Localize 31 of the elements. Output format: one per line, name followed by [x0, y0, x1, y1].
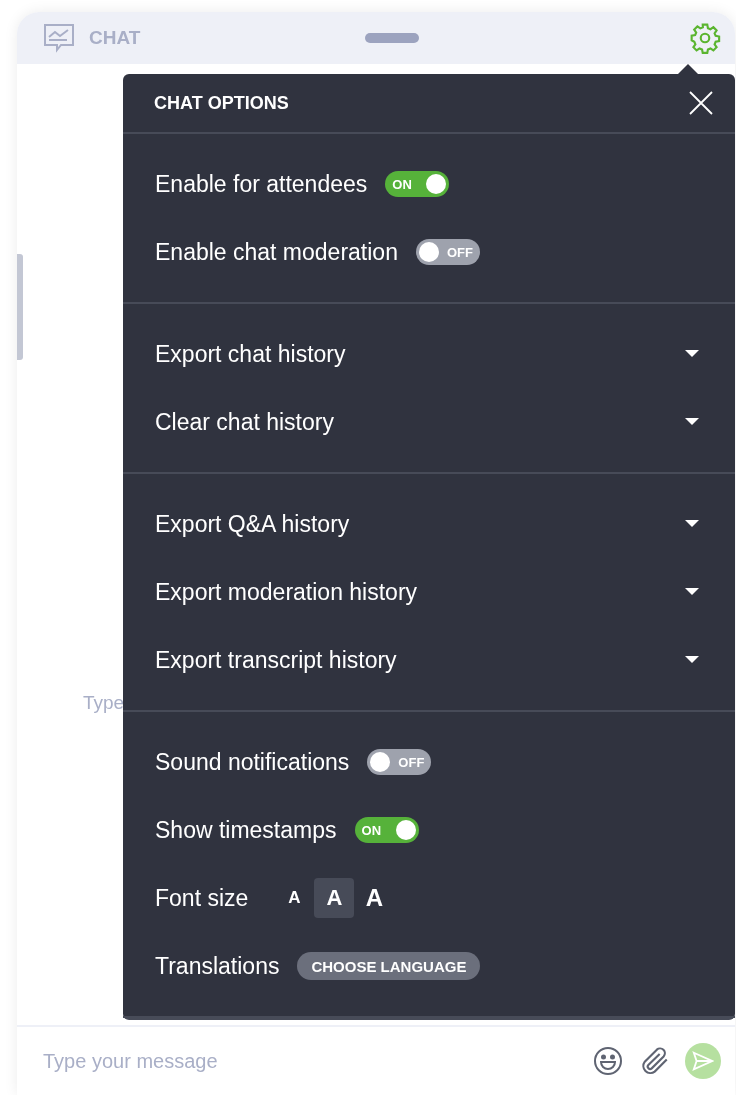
option-label: Translations [155, 952, 280, 980]
option-label: Show timestamps [155, 816, 337, 844]
option-label: Enable for attendees [155, 170, 368, 198]
option-label: Enable chat moderation [155, 238, 398, 266]
send-button[interactable] [685, 1043, 721, 1079]
dropdown-option[interactable]: Export Q&A history [123, 490, 735, 558]
empty-chat-hint: Type [83, 692, 125, 714]
close-icon[interactable] [689, 91, 713, 115]
settings-icon[interactable] [689, 22, 721, 54]
emoji-icon[interactable] [593, 1046, 623, 1076]
chat-title: CHAT [89, 27, 141, 49]
font-size-option[interactable]: A [274, 878, 315, 918]
caret-icon [685, 418, 699, 426]
option-label: Font size [155, 884, 249, 912]
choose-language-button[interactable]: CHOOSE LANGUAGE [297, 952, 481, 980]
drag-handle[interactable] [365, 33, 420, 43]
send-icon [692, 1050, 714, 1072]
panel-title: CHAT OPTIONS [154, 92, 289, 114]
caret-icon [685, 588, 699, 596]
chat-icon [43, 23, 75, 53]
dropdown-option[interactable]: Export transcript history [123, 626, 735, 694]
scrollbar[interactable] [17, 254, 23, 360]
caret-icon [685, 350, 699, 358]
font-size-option[interactable]: A [314, 878, 355, 918]
dropdown-option[interactable]: Export moderation history [123, 558, 735, 626]
caret-icon [685, 656, 699, 664]
option-label: Sound notifications [155, 748, 350, 776]
dropdown-option[interactable]: Clear chat history [123, 388, 735, 456]
dropdown-option[interactable]: Export chat history [123, 320, 735, 388]
font-size-option[interactable]: A [354, 878, 395, 918]
caret-icon [685, 520, 699, 528]
